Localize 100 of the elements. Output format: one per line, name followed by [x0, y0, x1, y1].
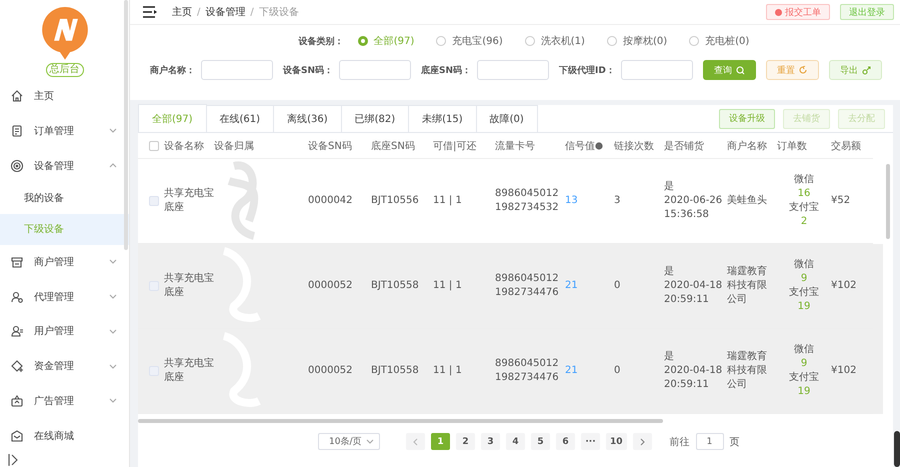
- table-cell-text: ¥52: [831, 194, 852, 208]
- table-cell: 9: [800, 272, 808, 286]
- table-cell: 支付宝: [789, 201, 819, 215]
- sidebar-item[interactable]: 用户管理: [0, 314, 129, 349]
- table-cell: 微信: [794, 258, 814, 272]
- table-cell: 共享充电宝底座: [164, 187, 214, 215]
- home-icon: [10, 89, 24, 103]
- page-unit-label: 页: [730, 436, 740, 448]
- backend-badge: 总后台: [46, 62, 84, 77]
- sidebar-item[interactable]: 广告管理: [0, 384, 129, 418]
- page-button[interactable]: 2: [456, 433, 475, 450]
- column-header: 可借|可还: [433, 133, 495, 159]
- input-field[interactable]: [201, 60, 273, 80]
- previous-page-button[interactable]: [406, 433, 425, 450]
- search-icon: [736, 66, 745, 74]
- table-cell-text: 11 | 1: [433, 279, 463, 293]
- column-header: 是否铺货: [664, 133, 727, 159]
- page-button[interactable]: 3: [481, 433, 500, 450]
- chevron-right-icon: [640, 438, 645, 446]
- field-label: 设备SN码：: [283, 64, 334, 76]
- table-cell: 微信: [794, 343, 814, 357]
- page-button[interactable]: 4: [506, 433, 525, 450]
- table-cell-text: 1982734476: [495, 371, 560, 385]
- field-label: 底座SN码：: [421, 64, 472, 76]
- sidebar-item[interactable]: 设备管理: [0, 148, 129, 183]
- category-radio[interactable]: 充电宝(96): [436, 34, 503, 48]
- refresh-icon: [798, 66, 808, 74]
- table-cell-text: 13: [565, 194, 579, 208]
- page-button[interactable]: 10: [606, 433, 627, 450]
- table-cell: 19: [798, 300, 810, 314]
- breadcrumb-link[interactable]: 设备管理: [205, 5, 246, 19]
- table-cell-text: 8986045012: [495, 272, 560, 286]
- breadcrumb-separator: /: [197, 6, 200, 18]
- input-field[interactable]: [339, 60, 412, 80]
- row-checkbox[interactable]: [149, 196, 159, 206]
- table-scrollbar[interactable]: [886, 164, 890, 239]
- page-button[interactable]: 6: [556, 433, 575, 450]
- tab[interactable]: 故障(0): [476, 105, 538, 132]
- column-header: 设备归属: [214, 133, 308, 159]
- table-cell-text: BJT10558: [371, 279, 420, 293]
- table-cell-text: 美蛙鱼头: [727, 194, 768, 208]
- column-header: 商户名称: [727, 133, 777, 159]
- collapse-icon: [8, 453, 18, 467]
- chevron-left-icon: [413, 438, 418, 446]
- sidebar-item[interactable]: 商户管理: [0, 244, 129, 280]
- sidebar-item[interactable]: 主页: [0, 78, 129, 114]
- table-cell: 2: [800, 215, 808, 229]
- horizontal-scrollbar[interactable]: [138, 419, 663, 423]
- column-header: 设备名称: [164, 133, 214, 159]
- sidebar-item[interactable]: 订单管理: [0, 113, 129, 148]
- column-header: 流量卡号: [495, 133, 565, 159]
- store-icon: [10, 254, 24, 269]
- field-label: 下级代理ID：: [559, 64, 615, 76]
- users-icon: [10, 290, 24, 304]
- menu-icon[interactable]: [142, 6, 158, 18]
- column-header: 信号值: [565, 140, 595, 152]
- next-page-button[interactable]: [632, 433, 652, 450]
- table-cell-text: 是: [664, 265, 675, 279]
- category-radio[interactable]: 充电桩(0): [689, 34, 750, 48]
- table-cell-text: BJT10558: [371, 364, 420, 378]
- sidebar-item[interactable]: 资金管理: [0, 348, 129, 384]
- table-cell: 微信: [794, 173, 814, 187]
- column-header: 底座SN码: [371, 133, 433, 159]
- table-cell-text: 2020-06-26: [664, 194, 724, 208]
- category-radio[interactable]: 按摩枕(0): [606, 34, 668, 48]
- table-cell-text: ¥102: [831, 279, 858, 293]
- goto-label: 前往: [670, 436, 690, 448]
- page-size-select[interactable]: 10条/页: [318, 433, 380, 450]
- table-cell-text: 3: [614, 194, 622, 208]
- select-all-checkbox[interactable]: [149, 140, 159, 150]
- page-scrollbar[interactable]: [894, 431, 900, 467]
- page-button[interactable]: ···: [581, 433, 600, 450]
- breadcrumb-link[interactable]: 主页: [172, 5, 192, 19]
- table-cell-text: ¥102: [831, 364, 858, 378]
- table-cell: 9: [800, 357, 808, 371]
- alert-icon: [775, 8, 782, 16]
- column-header: 设备SN码: [308, 133, 371, 159]
- table-cell-text: 2020-04-18: [664, 279, 724, 293]
- sidebar-item[interactable]: 在线商城: [0, 418, 129, 454]
- table-cell-text: 0: [614, 279, 622, 293]
- document-icon: [10, 124, 24, 138]
- table-cell-text: 是: [664, 350, 675, 364]
- table-cell-text: 0000052: [308, 364, 354, 378]
- table-cell-text: 15:36:58: [664, 208, 710, 222]
- table-cell-text: 瑞霆教育科技有限公司: [727, 265, 768, 307]
- page-button[interactable]: 5: [531, 433, 550, 450]
- table-cell-text: 20:59:11: [664, 293, 710, 307]
- page-input[interactable]: 1: [696, 433, 724, 450]
- filter-label: 设备类别：: [298, 35, 344, 48]
- sidebar-item[interactable]: 代理管理: [0, 279, 129, 314]
- table-cell-text: 0000052: [308, 279, 354, 293]
- table-cell-text: 8986045012: [495, 187, 560, 201]
- table-cell-text: 瑞霆教育科技有限公司: [727, 350, 768, 392]
- input-field[interactable]: [477, 60, 550, 80]
- table-cell-text: 0: [614, 364, 622, 378]
- category-radio[interactable]: 洗衣机(1): [524, 34, 585, 48]
- table-cell-text: 1982734532: [495, 201, 560, 215]
- input-field[interactable]: [620, 60, 693, 80]
- logo-icon: [40, 5, 90, 61]
- sidebar-subitem[interactable]: 我的设备: [0, 182, 129, 214]
